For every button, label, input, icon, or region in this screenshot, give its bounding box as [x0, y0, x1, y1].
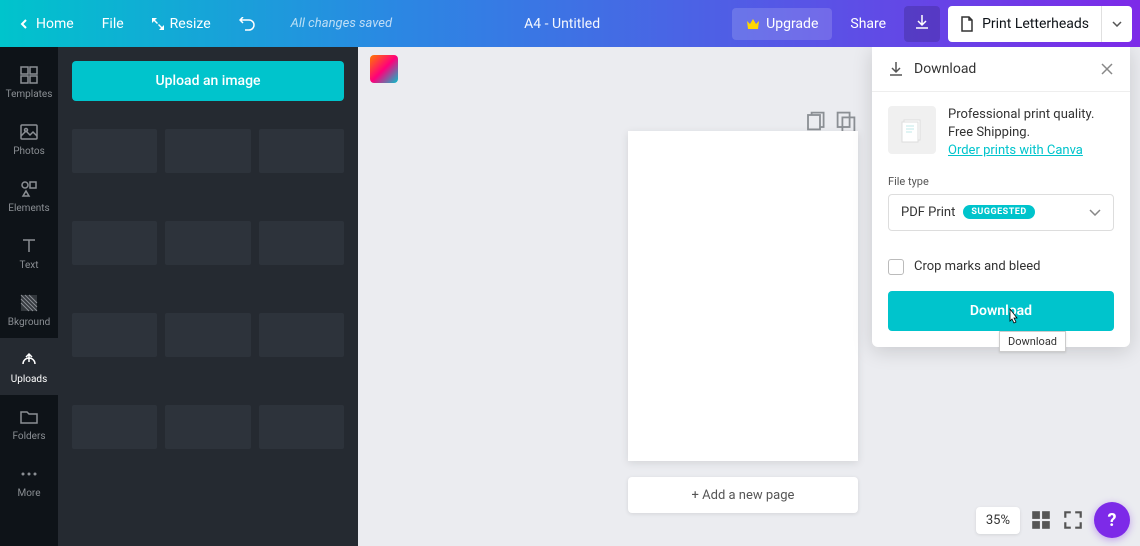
print-promo: Professional print quality. Free Shippin… — [872, 92, 1130, 171]
promo-text-block: Professional print quality. Free Shippin… — [948, 106, 1114, 161]
file-type-section: File type PDF Print SUGGESTED — [872, 171, 1130, 247]
document-icon — [960, 16, 974, 32]
bkground-icon — [19, 293, 39, 313]
upload-thumb[interactable] — [72, 221, 157, 265]
sidebar-item-more[interactable]: More — [0, 452, 58, 509]
folders-icon — [19, 407, 39, 427]
upload-thumb[interactable] — [72, 405, 157, 449]
download-icon-button[interactable] — [904, 6, 940, 42]
help-button[interactable]: ? — [1094, 502, 1130, 538]
uploads-grid — [72, 129, 344, 449]
file-type-value: PDF Print — [901, 205, 955, 220]
crop-marks-checkbox[interactable] — [888, 259, 904, 275]
download-panel-title: Download — [914, 61, 1090, 77]
more-icon — [19, 464, 39, 484]
upload-thumb[interactable] — [259, 221, 344, 265]
save-status: All changes saved — [291, 16, 392, 31]
uploads-panel: Upload an image — [58, 47, 358, 546]
upload-thumb[interactable] — [72, 313, 157, 357]
order-prints-link[interactable]: Order prints with Canva — [948, 143, 1083, 158]
upload-thumb[interactable] — [72, 129, 157, 173]
download-button[interactable]: Download — [888, 291, 1114, 331]
crop-marks-label: Crop marks and bleed — [914, 259, 1040, 274]
close-icon[interactable] — [1100, 62, 1114, 76]
uploads-icon — [19, 350, 39, 370]
upload-thumb[interactable] — [165, 313, 250, 357]
chevron-down-icon — [1089, 209, 1101, 216]
color-swatch[interactable] — [370, 55, 398, 83]
top-header: Home File Resize All changes saved A4 - … — [0, 0, 1140, 47]
add-page-button[interactable]: + Add a new page — [628, 477, 858, 513]
upload-thumb[interactable] — [165, 221, 250, 265]
home-button[interactable]: Home — [8, 8, 86, 40]
download-panel-header: Download — [872, 47, 1130, 92]
sidebar-item-folders[interactable]: Folders — [0, 395, 58, 452]
text-icon — [19, 236, 39, 256]
undo-icon — [239, 17, 255, 31]
sidebar-item-text[interactable]: Text — [0, 224, 58, 281]
elements-icon — [19, 179, 39, 199]
download-panel: Download Professional print quality. Fre… — [872, 47, 1130, 347]
upload-thumb[interactable] — [259, 313, 344, 357]
share-button[interactable]: Share — [836, 8, 900, 40]
crop-marks-row: Crop marks and bleed — [872, 247, 1130, 281]
resize-icon — [152, 18, 164, 30]
sidebar-item-uploads[interactable]: Uploads — [0, 338, 58, 395]
chevron-left-icon — [20, 19, 30, 29]
chevron-down-icon — [1112, 21, 1122, 27]
templates-icon — [19, 65, 39, 85]
home-label: Home — [36, 16, 74, 32]
upload-thumb[interactable] — [165, 129, 250, 173]
crown-icon — [746, 18, 760, 30]
fullscreen-icon[interactable] — [1062, 509, 1084, 531]
upload-thumb[interactable] — [165, 405, 250, 449]
download-icon — [914, 14, 930, 30]
header-left: Home File Resize All changes saved — [8, 8, 392, 40]
upload-image-button[interactable]: Upload an image — [72, 61, 344, 101]
copy-page-icon[interactable] — [802, 109, 826, 133]
upload-thumb[interactable] — [259, 405, 344, 449]
sidebar-item-elements[interactable]: Elements — [0, 167, 58, 224]
sidebar-item-templates[interactable]: Templates — [0, 53, 58, 110]
sidebar-item-photos[interactable]: Photos — [0, 110, 58, 167]
left-sidebar: Templates Photos Elements Text Bkground … — [0, 47, 58, 546]
suggested-badge: SUGGESTED — [963, 205, 1034, 219]
print-option-button[interactable]: Print Letterheads — [948, 16, 1101, 32]
paper-stack-icon — [896, 114, 928, 146]
sidebar-item-bkground[interactable]: Bkground — [0, 281, 58, 338]
undo-button[interactable] — [227, 9, 267, 39]
file-type-select[interactable]: PDF Print SUGGESTED — [888, 194, 1114, 231]
photos-icon — [19, 122, 39, 142]
download-tooltip: Download — [999, 331, 1066, 352]
upgrade-button[interactable]: Upgrade — [732, 8, 832, 40]
header-right: Upgrade Share Print Letterheads — [732, 6, 1132, 42]
bottom-bar: 35% ? — [976, 502, 1130, 538]
promo-text: Professional print quality. Free Shippin… — [948, 107, 1094, 140]
main-area: Templates Photos Elements Text Bkground … — [0, 47, 1140, 546]
canvas-area[interactable]: + Add a new page Download Professional p… — [358, 47, 1140, 546]
document-title[interactable]: A4 - Untitled — [392, 16, 732, 32]
canvas-page[interactable] — [628, 131, 858, 461]
resize-button[interactable]: Resize — [140, 8, 223, 40]
page-actions — [802, 109, 858, 133]
download-icon — [888, 61, 904, 77]
print-dropdown: Print Letterheads — [948, 6, 1132, 42]
zoom-level[interactable]: 35% — [976, 507, 1020, 534]
print-dropdown-caret[interactable] — [1101, 6, 1132, 42]
duplicate-page-icon[interactable] — [834, 109, 858, 133]
promo-image — [888, 106, 936, 154]
upload-thumb[interactable] — [259, 129, 344, 173]
file-type-label: File type — [888, 175, 1114, 188]
file-menu[interactable]: File — [90, 8, 136, 40]
grid-view-icon[interactable] — [1030, 509, 1052, 531]
